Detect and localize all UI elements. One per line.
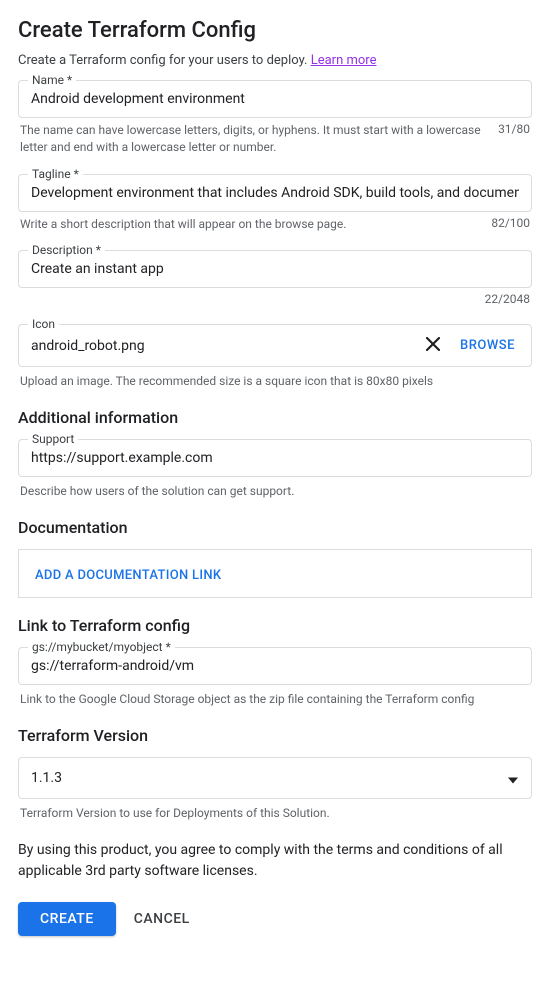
additional-info-heading: Additional information: [18, 408, 532, 427]
documentation-box: ADD A DOCUMENTATION LINK: [18, 549, 532, 598]
tagline-input[interactable]: [18, 174, 532, 212]
link-config-label: gs://mybucket/myobject *: [28, 640, 175, 654]
version-select[interactable]: 1.1.3: [18, 757, 532, 799]
name-helper: The name can have lowercase letters, dig…: [20, 122, 482, 156]
name-label: Name *: [28, 73, 76, 87]
cancel-button[interactable]: CANCEL: [134, 911, 190, 927]
documentation-heading: Documentation: [18, 518, 532, 537]
page-title: Create Terraform Config: [18, 18, 532, 43]
icon-helper: Upload an image. The recommended size is…: [20, 373, 530, 390]
browse-button[interactable]: BROWSE: [452, 332, 523, 359]
version-heading: Terraform Version: [18, 726, 532, 745]
description-label: Description *: [28, 243, 105, 257]
description-counter: 22/2048: [485, 292, 530, 306]
support-label: Support: [28, 432, 78, 446]
name-input[interactable]: [18, 80, 532, 118]
tagline-counter: 82/100: [491, 216, 530, 233]
link-config-heading: Link to Terraform config: [18, 616, 532, 635]
page-subtitle: Create a Terraform config for your users…: [18, 53, 532, 68]
description-helper: [20, 292, 469, 306]
create-button[interactable]: CREATE: [18, 902, 116, 936]
name-counter: 31/80: [498, 122, 530, 156]
tagline-helper: Write a short description that will appe…: [20, 216, 475, 233]
add-documentation-link-button[interactable]: ADD A DOCUMENTATION LINK: [35, 568, 221, 583]
terms-text: By using this product, you agree to comp…: [18, 840, 532, 882]
support-helper: Describe how users of the solution can g…: [20, 483, 530, 500]
learn-more-link[interactable]: Learn more: [311, 53, 377, 68]
link-config-helper: Link to the Google Cloud Storage object …: [20, 691, 530, 708]
tagline-label: Tagline *: [28, 167, 83, 181]
support-input[interactable]: [18, 439, 532, 477]
close-icon[interactable]: [422, 331, 444, 360]
version-helper: Terraform Version to use for Deployments…: [20, 805, 530, 822]
icon-label: Icon: [28, 317, 59, 331]
icon-input[interactable]: [31, 334, 414, 358]
